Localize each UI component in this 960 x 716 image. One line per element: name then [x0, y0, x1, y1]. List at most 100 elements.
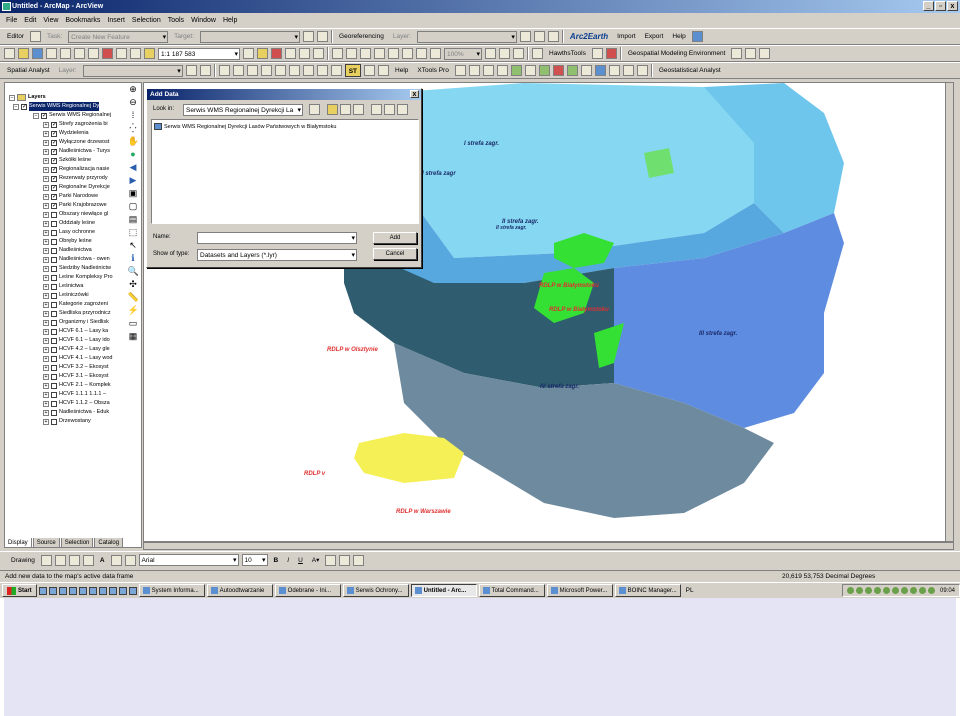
drawing-menu[interactable]: Drawing [8, 554, 38, 567]
layer-checkbox[interactable] [51, 400, 57, 407]
expand-toggle[interactable]: + [43, 355, 49, 362]
expand-toggle[interactable]: + [43, 229, 49, 236]
fixed-zoom-out-icon[interactable] [416, 48, 427, 59]
html-popup-icon[interactable]: ▭ [128, 318, 139, 329]
quick-launch-icon-5[interactable] [78, 586, 87, 595]
new-icon[interactable] [4, 48, 15, 59]
tab-display[interactable]: Display [4, 538, 32, 548]
menu-help[interactable]: Help [223, 17, 237, 24]
toc-layer-item[interactable]: + HCVF 4.1 – Lasy wod [43, 354, 113, 363]
map-scale-combo[interactable]: 1:1 187 583 [158, 47, 240, 60]
layer-checkbox[interactable]: ✓ [51, 166, 57, 173]
expand-toggle[interactable]: + [43, 211, 49, 218]
editor-menu[interactable]: Editor [4, 30, 27, 43]
save-icon[interactable] [32, 48, 43, 59]
expand-toggle[interactable]: + [43, 292, 49, 299]
connect-folder-icon[interactable] [327, 104, 338, 115]
tray-icon[interactable] [855, 587, 863, 594]
layer-checkbox[interactable] [51, 337, 57, 344]
toc-layer-item[interactable]: + Nadleśnictwa [43, 246, 92, 255]
fixed-zoom-in-icon[interactable]: ⁞ [128, 110, 139, 121]
st-tool-icon-2[interactable] [378, 65, 390, 76]
add-button[interactable]: Add [373, 232, 417, 244]
task-button-serwis[interactable]: Serwis Ochrony... [342, 584, 409, 597]
geostatistical-analyst-menu[interactable]: Geostatistical Analyst [656, 64, 724, 77]
layer-checkbox[interactable] [51, 211, 57, 218]
pan-icon[interactable]: ✋ [128, 136, 139, 147]
export-menu[interactable]: Export [642, 30, 667, 43]
dialog-file-list[interactable]: Serwis WMS Regionalnej Dyrekcji Lasów Pa… [151, 119, 419, 224]
tray-icon[interactable] [900, 587, 908, 594]
zoom-100-icon[interactable] [388, 48, 399, 59]
disconnect-folder-icon[interactable] [340, 104, 351, 115]
cancel-button[interactable]: Cancel [373, 248, 417, 260]
bold-button[interactable]: B [271, 554, 282, 567]
toc-layer-item[interactable]: + Drzewostany [43, 417, 91, 426]
vertex-icon-4[interactable] [260, 65, 272, 76]
expand-toggle[interactable]: + [43, 283, 49, 290]
histogram-icon[interactable] [185, 65, 197, 76]
toc-service-layer[interactable]: − ✓ Serwis WMS Regionalnej Dy [13, 102, 100, 111]
layer-checkbox[interactable] [51, 418, 57, 425]
menu-view[interactable]: View [43, 17, 58, 24]
undo-icon[interactable] [116, 48, 127, 59]
marker-color-icon[interactable] [353, 554, 365, 566]
toc-layer-item[interactable]: + ✓ Wydzielenia [43, 129, 89, 138]
arccatalog-icon[interactable] [271, 48, 282, 59]
edit-tool-icon[interactable] [29, 31, 41, 42]
toc-layer-item[interactable]: + HCVF 1.1.1 1.1.1 – [43, 390, 106, 399]
identify-box-icon[interactable] [759, 48, 771, 59]
toc-layer-item[interactable]: + HCVF 6.1 – Lasy ido [43, 336, 110, 345]
tray-icon[interactable] [882, 587, 890, 594]
expand-toggle[interactable]: + [43, 409, 49, 416]
select-elements-icon[interactable]: ▢ [128, 201, 139, 212]
layer-checkbox[interactable] [51, 409, 57, 416]
font-combo[interactable]: Arial [138, 554, 239, 566]
expand-toggle[interactable]: + [43, 346, 49, 353]
contour-icon[interactable] [199, 65, 211, 76]
expand-toggle[interactable]: + [43, 202, 49, 209]
map-vertical-scrollbar[interactable] [945, 83, 953, 541]
expand-toggle[interactable]: + [43, 391, 49, 398]
expand-toggle[interactable]: + [43, 157, 49, 164]
quick-launch-icon-9[interactable] [118, 586, 127, 595]
hyperlink-icon[interactable]: ⚡ [128, 305, 139, 316]
toc-layer-item[interactable]: + HCVF 3.2 – Ekosyst [43, 363, 109, 372]
tab-catalog[interactable]: Catalog [94, 538, 124, 548]
task-button-arcmap[interactable]: Untitled - Arc... [410, 584, 477, 597]
layer-checkbox[interactable] [51, 301, 57, 308]
quick-launch-icon-7[interactable] [98, 586, 107, 595]
menu-selection[interactable]: Selection [132, 17, 161, 24]
toc-layer-item[interactable]: + ✓ Parki Krajobrazowe [43, 201, 107, 210]
expand-toggle[interactable]: + [43, 184, 49, 191]
show-type-combo[interactable]: Datasets and Layers (*.lyr) [197, 249, 357, 261]
tray-icon[interactable] [864, 587, 872, 594]
sketch-icon[interactable] [303, 31, 315, 42]
tray-icon[interactable] [918, 587, 926, 594]
st-tool-icon-1[interactable] [364, 65, 376, 76]
spatial-analyst-menu[interactable]: Spatial Analyst [4, 64, 53, 77]
focus-data-frame-icon[interactable] [499, 48, 510, 59]
text-tool-icon[interactable]: A [97, 554, 108, 567]
list-view-icon[interactable] [371, 104, 382, 115]
toc-layer-item[interactable]: + ✓ Strefy zagrożenia bi [43, 120, 108, 129]
layer-checkbox[interactable] [51, 292, 57, 299]
expand-toggle[interactable]: + [43, 418, 49, 425]
task-button-total-commander[interactable]: Total Command... [478, 584, 545, 597]
map-horizontal-scrollbar[interactable] [143, 542, 954, 550]
xtools-icon-4[interactable] [496, 65, 508, 76]
zoom-to-selected-icon[interactable] [68, 554, 80, 566]
layout-zoom-in-icon[interactable] [332, 48, 343, 59]
menu-tools[interactable]: Tools [168, 17, 184, 24]
toc-layer-item[interactable]: + HCVF 4.2 – Lasy gle [43, 345, 110, 354]
clear-selection-icon[interactable]: ▤ [128, 214, 139, 225]
look-in-combo[interactable]: Serwis WMS Regionalnej Dyrekcji La [183, 104, 303, 116]
layer-checkbox[interactable]: ✓ [51, 139, 57, 146]
open-icon[interactable] [18, 48, 29, 59]
quick-launch-icon-10[interactable] [128, 586, 137, 595]
expand-toggle[interactable]: + [43, 193, 49, 200]
font-color-icon[interactable]: A▾ [309, 554, 323, 567]
underline-button[interactable]: U [295, 554, 306, 567]
crosshair-icon[interactable] [605, 48, 617, 59]
menu-window[interactable]: Window [191, 17, 216, 24]
